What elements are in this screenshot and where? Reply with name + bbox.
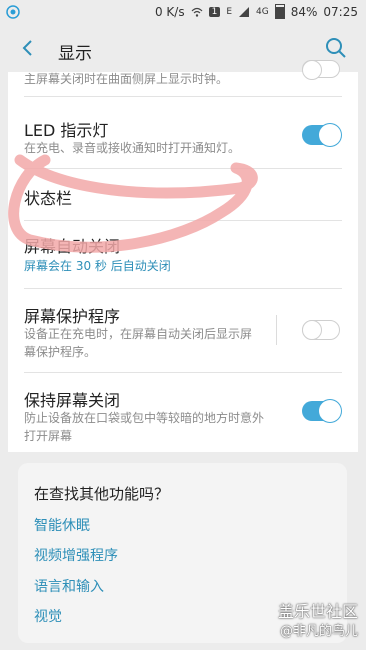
clock: 07:25 xyxy=(323,4,358,19)
keep-screen-off-switch[interactable] xyxy=(302,400,341,422)
setting-screensaver[interactable]: 屏幕保护程序 设备正在充电时，在屏幕自动关闭后显示屏 幕保护程序。 xyxy=(8,289,358,371)
switch-separator xyxy=(276,315,277,345)
screensaver-switch[interactable] xyxy=(302,320,340,340)
setting-subtitle-line2: 幕保护程序。 xyxy=(24,345,97,359)
notification-badge: 1 xyxy=(208,6,221,17)
e-signal-icon: E xyxy=(226,6,233,17)
led-switch[interactable] xyxy=(302,124,341,146)
setting-keep-screen-off[interactable]: 保持屏幕关闭 防止设备放在口袋或包中等较暗的地方时意外 打开屏幕 xyxy=(8,373,358,451)
setting-subtitle: 在充电、录音或接收通知时打开通知灯。 xyxy=(24,141,241,155)
partial-item-switch[interactable] xyxy=(302,60,340,80)
page-title: 显示 xyxy=(58,44,92,64)
signal-type: 4G xyxy=(256,6,269,17)
suggestion-link[interactable]: 视觉 xyxy=(34,606,62,626)
partial-item-subtitle: 主屏幕关闭时在曲面侧屏上显示时钟。 xyxy=(24,72,229,86)
battery-icon xyxy=(274,4,285,19)
settings-list: 主屏幕关闭时在曲面侧屏上显示时钟。 LED 指示灯 在充电、录音或接收通知时打开… xyxy=(8,60,358,452)
setting-title: 状态栏 xyxy=(24,189,73,208)
suggestion-link[interactable]: 语言和输入 xyxy=(34,576,104,596)
watermark-brand: 盖乐世社区 xyxy=(277,602,358,621)
setting-subtitle-line1: 防止设备放在口袋或包中等较暗的地方时意外 xyxy=(24,411,265,425)
setting-subtitle: 屏幕会在 30 秒 后自动关闭 xyxy=(24,259,171,273)
setting-title: 屏幕保护程序 xyxy=(24,307,121,326)
signal-icon xyxy=(239,6,250,17)
setting-title: 保持屏幕关闭 xyxy=(24,391,121,410)
wifi-icon xyxy=(191,7,203,17)
suggestion-link[interactable]: 智能休眠 xyxy=(34,515,90,535)
search-icon[interactable] xyxy=(324,36,348,60)
back-arrow-icon[interactable] xyxy=(16,36,40,60)
carrier-icon xyxy=(6,5,20,19)
suggestions-title: 在查找其他功能吗？ xyxy=(34,485,170,503)
suggestion-link[interactable]: 视频增强程序 xyxy=(34,545,118,565)
network-speed: 0 K/s xyxy=(154,4,185,19)
setting-led[interactable]: LED 指示灯 在充电、录音或接收通知时打开通知灯。 xyxy=(8,97,358,167)
setting-title: LED 指示灯 xyxy=(24,121,109,140)
setting-subtitle-line1: 设备正在充电时，在屏幕自动关闭后显示屏 xyxy=(24,327,253,341)
setting-title: 屏幕自动关闭 xyxy=(24,237,121,256)
setting-subtitle-line2: 打开屏幕 xyxy=(24,429,73,443)
setting-screen-timeout[interactable]: 屏幕自动关闭 屏幕会在 30 秒 后自动关闭 xyxy=(8,221,358,283)
status-bar: 0 K/s 1 E 4G 84% 07:25 xyxy=(0,0,366,26)
watermark-user: @非凡的鸟儿 xyxy=(279,624,358,639)
battery-percent: 84% xyxy=(290,4,318,19)
setting-status-bar[interactable]: 状态栏 xyxy=(8,169,358,219)
